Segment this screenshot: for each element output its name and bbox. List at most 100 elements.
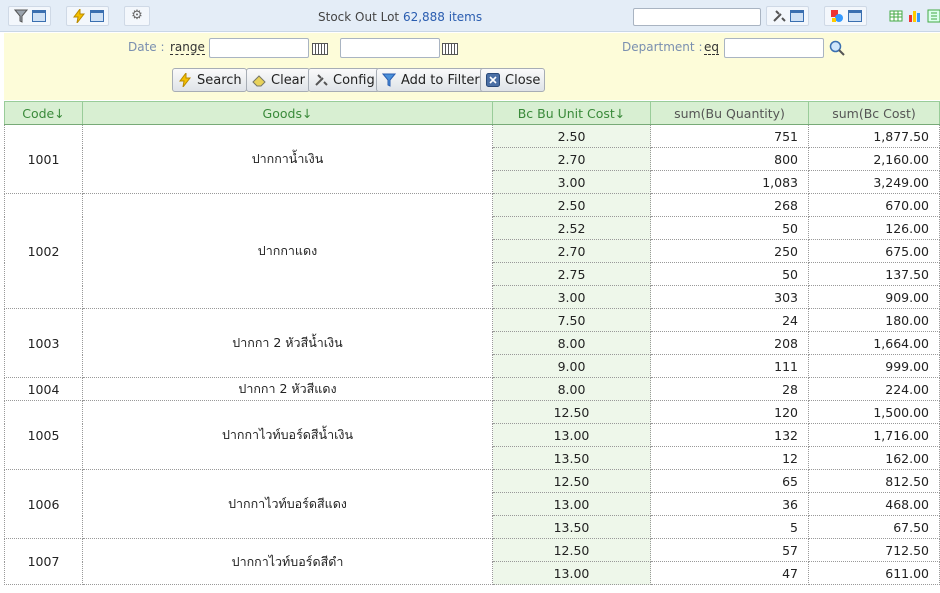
- cell-goods: ปากกา 2 หัวสีน้ำเงิน: [82, 308, 493, 378]
- cell-goods: ปากกาไวท์บอร์ดสีดำ: [82, 538, 493, 585]
- cell-unit-cost: 2.50: [492, 193, 651, 217]
- clear-button[interactable]: Clear: [246, 68, 310, 92]
- cell-cost: 180.00: [808, 308, 940, 332]
- export-icon[interactable]: [926, 8, 940, 24]
- quick-search-input[interactable]: [633, 8, 761, 26]
- column-header-unit-cost[interactable]: Bc Bu Unit Cost↓: [492, 101, 651, 125]
- cell-cost: 999.00: [808, 354, 940, 378]
- search-icon[interactable]: [829, 40, 845, 56]
- cell-unit-cost: 3.00: [492, 170, 651, 194]
- quick-search-button[interactable]: [66, 6, 109, 26]
- date-operator[interactable]: range: [170, 40, 205, 55]
- cell-unit-cost: 13.00: [492, 423, 651, 447]
- cell-unit-cost: 13.00: [492, 492, 651, 516]
- add-to-filter-button[interactable]: Add to Filter: [376, 68, 485, 92]
- tools-icon: [771, 8, 787, 24]
- cell-goods: ปากกาไวท์บอร์ดสีน้ำเงิน: [82, 400, 493, 470]
- cell-cost: 1,500.00: [808, 400, 940, 424]
- window-icon: [90, 10, 104, 22]
- table-view-icon[interactable]: [888, 8, 904, 24]
- cell-cost: 162.00: [808, 446, 940, 470]
- cell-code: 1007: [4, 538, 83, 585]
- title-text: Stock Out Lot: [318, 10, 400, 24]
- cell-cost: 611.00: [808, 561, 940, 585]
- cell-unit-cost: 7.50: [492, 308, 651, 332]
- cell-unit-cost: 13.00: [492, 561, 651, 585]
- close-button[interactable]: Close: [480, 68, 546, 92]
- calendar-icon[interactable]: [312, 43, 328, 55]
- table-row[interactable]: 1001 ปากกาน้ำเงิน 2.50 751 1,877.50: [4, 124, 940, 194]
- cell-cost: 2,160.00: [808, 147, 940, 171]
- cell-unit-cost: 13.50: [492, 446, 651, 470]
- department-input[interactable]: [724, 38, 824, 58]
- cell-quantity: 268: [650, 193, 809, 217]
- bar-chart-icon[interactable]: [907, 8, 923, 24]
- column-header-code[interactable]: Code↓: [4, 101, 83, 125]
- config-button[interactable]: Config: [308, 68, 380, 92]
- chart-options-button[interactable]: [824, 6, 867, 26]
- cell-cost: 909.00: [808, 285, 940, 309]
- cell-unit-cost: 13.50: [492, 515, 651, 539]
- column-header-goods[interactable]: Goods↓: [82, 101, 493, 125]
- cell-goods: ปากกา 2 หัวสีแดง: [82, 377, 493, 401]
- table-row[interactable]: 1002 ปากกาแดง 2.50 268 670.00: [4, 193, 940, 309]
- cell-code: 1002: [4, 193, 83, 309]
- cell-unit-cost: 2.70: [492, 147, 651, 171]
- cell-goods: ปากกาน้ำเงิน: [82, 124, 493, 194]
- cell-unit-cost: 8.00: [492, 331, 651, 355]
- cell-goods: ปากกาแดง: [82, 193, 493, 309]
- table-row[interactable]: 1003 ปากกา 2 หัวสีน้ำเงิน 7.50 24 180.00: [4, 308, 940, 378]
- cell-cost: 67.50: [808, 515, 940, 539]
- column-header-quantity[interactable]: sum(Bu Quantity): [650, 101, 809, 125]
- cell-unit-cost: 3.00: [492, 285, 651, 309]
- cell-code: 1004: [4, 377, 83, 401]
- item-count: 62,888 items: [402, 10, 483, 24]
- cell-quantity: 50: [650, 262, 809, 286]
- settings-button[interactable]: ⚙: [124, 6, 150, 26]
- filter-toggle-button[interactable]: [8, 6, 51, 26]
- cell-cost: 1,716.00: [808, 423, 940, 447]
- cell-code: 1006: [4, 469, 83, 539]
- page-title: Stock Out Lot 62,888 items: [318, 10, 482, 24]
- cell-code: 1001: [4, 124, 83, 194]
- cell-quantity: 132: [650, 423, 809, 447]
- department-operator[interactable]: eq: [704, 40, 719, 55]
- table-row[interactable]: 1004 ปากกา 2 หัวสีแดง 8.00 28 224.00: [4, 377, 940, 401]
- cell-cost: 224.00: [808, 377, 940, 401]
- cell-quantity: 250: [650, 239, 809, 263]
- cell-unit-cost: 2.52: [492, 216, 651, 240]
- filter-panel: Date : range Department : eq Search Clea…: [4, 33, 940, 100]
- table-header-row: Code↓ Goods↓ Bc Bu Unit Cost↓ sum(Bu Qua…: [4, 101, 940, 125]
- gear-icon: ⚙: [131, 8, 143, 23]
- table-row[interactable]: 1007 ปากกาไวท์บอร์ดสีดำ 12.50 57 712.50: [4, 538, 940, 585]
- lightning-icon: [71, 8, 87, 24]
- column-header-cost[interactable]: sum(Bc Cost): [808, 101, 940, 125]
- search-button[interactable]: Search: [172, 68, 247, 92]
- cell-unit-cost: 12.50: [492, 400, 651, 424]
- table-row[interactable]: 1006 ปากกาไวท์บอร์ดสีแดง 12.50 65 812.50: [4, 469, 940, 539]
- window-icon: [32, 10, 46, 22]
- cell-quantity: 57: [650, 538, 809, 562]
- date-to-input[interactable]: [340, 38, 440, 58]
- funnel-icon: [381, 72, 397, 88]
- calendar-icon[interactable]: [442, 43, 458, 55]
- department-label: Department :: [622, 40, 703, 54]
- cell-unit-cost: 8.00: [492, 377, 651, 401]
- cell-quantity: 5: [650, 515, 809, 539]
- cell-quantity: 12: [650, 446, 809, 470]
- cell-quantity: 120: [650, 400, 809, 424]
- cell-unit-cost: 2.75: [492, 262, 651, 286]
- table-row[interactable]: 1005 ปากกาไวท์บอร์ดสีน้ำเงิน 12.50 120 1,500…: [4, 400, 940, 470]
- cell-cost: 675.00: [808, 239, 940, 263]
- window-icon: [848, 10, 862, 22]
- date-from-input[interactable]: [209, 38, 309, 58]
- cell-quantity: 47: [650, 561, 809, 585]
- results-table: Code↓ Goods↓ Bc Bu Unit Cost↓ sum(Bu Qua…: [4, 101, 940, 585]
- cell-quantity: 65: [650, 469, 809, 493]
- cell-quantity: 1,083: [650, 170, 809, 194]
- cell-quantity: 111: [650, 354, 809, 378]
- cell-quantity: 303: [650, 285, 809, 309]
- cell-unit-cost: 2.50: [492, 124, 651, 148]
- tools-button[interactable]: [766, 6, 809, 26]
- cell-unit-cost: 12.50: [492, 469, 651, 493]
